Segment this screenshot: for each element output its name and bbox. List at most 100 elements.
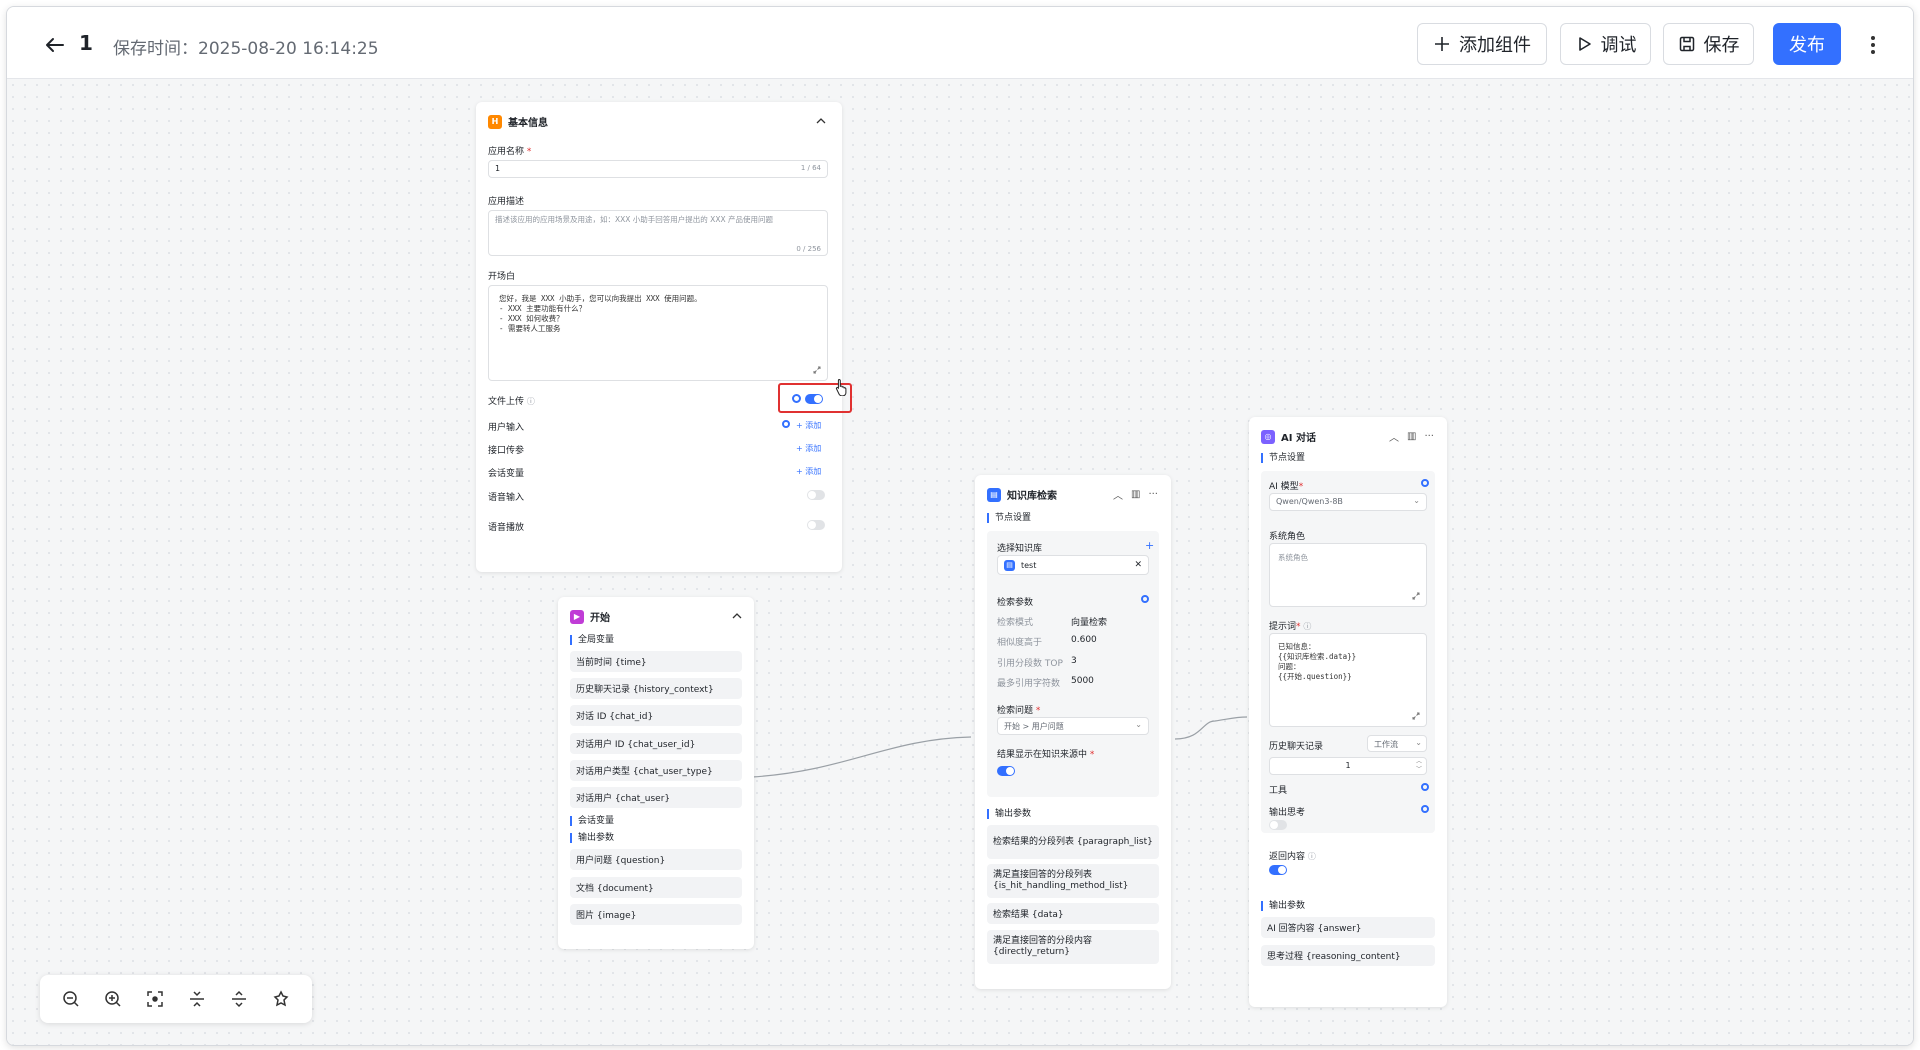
chevron-up-icon[interactable] <box>816 116 826 126</box>
knowledge-retrieval-node[interactable]: ▤ 知识库检索 ︿ ▥ ··· 节点设置 选择知识库 + ▤ test ✕ 检索… <box>975 475 1171 989</box>
prompt-label: 提示词* ⓘ <box>1269 622 1312 632</box>
voice-play-label: 语音播放 <box>488 523 525 533</box>
history-count-stepper[interactable]: 1 ︿ ﹀ <box>1269 757 1427 775</box>
basic-node-title: 基本信息 <box>508 118 548 129</box>
save-icon <box>1679 36 1694 52</box>
zoom-in-icon[interactable] <box>101 987 125 1011</box>
show-in-source-toggle[interactable] <box>997 766 1015 776</box>
collapse-all-icon[interactable] <box>185 987 209 1011</box>
save-label: 保存 <box>1703 35 1740 56</box>
output-params-label: 输出参数 <box>570 833 614 843</box>
prologue-editor[interactable]: 您好，我是 XXX 小助手，您可以向我提出 XXX 使用问题。 - XXX 主要… <box>488 285 828 381</box>
ai-chat-node[interactable]: ◎ AI 对话 ︿ ▥ ··· 节点设置 AI 模型* Qwen/Qwen3-8… <box>1249 417 1447 1007</box>
user-input-settings-icon[interactable] <box>782 420 790 428</box>
more-horizontal-icon[interactable]: ··· <box>1424 431 1434 442</box>
basic-info-node[interactable]: H 基本信息 应用名称 * 1 1 / 64 应用描述 描述该应用的应用场景及用… <box>476 102 852 572</box>
ai-model-select[interactable]: Qwen/Qwen3-8B ⌄ <box>1269 493 1427 511</box>
chart-icon[interactable]: ▥ <box>1407 431 1416 442</box>
chevron-down-icon: ⌄ <box>1135 720 1142 729</box>
kb-output-item: 满足直接回答的分段内容 {directly_return} <box>987 930 1159 964</box>
expand-icon[interactable] <box>1412 712 1420 720</box>
zoom-out-icon[interactable] <box>59 987 83 1011</box>
return-content-toggle[interactable] <box>1269 865 1287 875</box>
expand-all-icon[interactable] <box>227 987 251 1011</box>
session-vars-label: 会话变量 <box>570 816 614 826</box>
close-icon[interactable]: ✕ <box>1134 560 1142 570</box>
knowledge-node-icon: ▤ <box>987 487 1001 502</box>
search-params-label: 检索参数 <box>997 598 1034 608</box>
global-var-item: 对话用户类型 {chat_user_type} <box>570 760 742 781</box>
kb-selected-item: ▤ test ✕ <box>997 555 1149 575</box>
param-value: 5000 <box>1071 676 1094 686</box>
app-desc-textarea[interactable]: 描述该应用的应用场景及用途，如：XXX 小助手回答用户提出的 XXX 产品使用问… <box>488 210 828 256</box>
chevron-up-icon[interactable]: ︿ <box>1389 429 1399 444</box>
fit-view-icon[interactable] <box>143 987 167 1011</box>
kb-output-item: 满足直接回答的分段列表 {is_hit_handling_method_list… <box>987 864 1159 898</box>
history-mode-select[interactable]: 工作流 ⌄ <box>1367 735 1427 752</box>
global-vars-label: 全局变量 <box>570 635 614 645</box>
ai-model-value: Qwen/Qwen3-8B <box>1276 497 1343 506</box>
output-thinking-settings-icon[interactable] <box>1421 805 1429 813</box>
global-var-item: 对话用户 {chat_user} <box>570 787 742 808</box>
publish-label: 发布 <box>1789 35 1825 56</box>
output-thinking-toggle[interactable] <box>1269 820 1287 830</box>
prompt-editor[interactable]: 已知信息： {{知识库检索.data}} 问题： {{开始.question}} <box>1269 633 1427 727</box>
param-key: 检索模式 <box>997 618 1034 628</box>
chevron-up-icon[interactable]: ︿ <box>1113 487 1123 502</box>
kb-output-label: 输出参数 <box>987 809 1031 819</box>
workflow-canvas[interactable]: H 基本信息 应用名称 * 1 1 / 64 应用描述 描述该应用的应用场景及用… <box>7 79 1913 1045</box>
publish-button[interactable]: 发布 <box>1773 23 1841 65</box>
start-node[interactable]: ▶ 开始 全局变量 当前时间 {time} 历史聊天记录 {history_co… <box>558 597 754 949</box>
auto-layout-icon[interactable] <box>269 987 293 1011</box>
global-var-item: 对话用户 ID {chat_user_id} <box>570 733 742 754</box>
ai-node-header: ◎ AI 对话 <box>1261 429 1316 444</box>
system-role-placeholder: 系统角色 <box>1278 553 1308 562</box>
tools-settings-icon[interactable] <box>1421 783 1429 791</box>
app-name-input[interactable]: 1 1 / 64 <box>488 160 828 178</box>
add-kb-plus-icon[interactable]: + <box>1145 539 1154 552</box>
param-key: 最多引用字符数 <box>997 679 1061 689</box>
output-param-item: 文档 {document} <box>570 877 742 898</box>
return-content-label: 返回内容 ⓘ <box>1269 852 1316 862</box>
stepper-arrows-icon[interactable]: ︿ ﹀ <box>1416 758 1422 774</box>
search-question-select[interactable]: 开始 > 用户问题 ⌄ <box>997 717 1149 735</box>
expand-icon[interactable] <box>1412 592 1420 600</box>
prologue-label: 开场白 <box>488 272 516 282</box>
ai-output-item: 思考过程 {reasoning_content} <box>1261 945 1435 966</box>
debug-label: 调试 <box>1600 35 1637 56</box>
app-name-input-value: 1 <box>495 164 501 173</box>
canvas-toolbar <box>40 975 312 1023</box>
voice-input-toggle[interactable] <box>807 490 825 500</box>
search-params-settings-icon[interactable] <box>1141 595 1149 603</box>
session-var-add-link[interactable]: + 添加 <box>796 466 821 477</box>
user-input-label: 用户输入 <box>488 423 525 433</box>
kb-node-title: 知识库检索 <box>1007 491 1057 502</box>
ai-model-settings-icon[interactable] <box>1421 479 1429 487</box>
chevron-up-icon[interactable] <box>732 611 742 621</box>
param-value: 0.600 <box>1071 635 1097 645</box>
basic-node-header: H 基本信息 <box>488 114 548 129</box>
info-node-icon: H <box>488 114 502 129</box>
kb-settings-label: 节点设置 <box>987 513 1031 523</box>
debug-button[interactable]: 调试 <box>1560 23 1651 65</box>
more-vertical-icon[interactable] <box>1863 33 1883 57</box>
save-button[interactable]: 保存 <box>1663 23 1754 65</box>
play-icon <box>1578 37 1591 51</box>
connection-lines <box>751 716 1248 778</box>
user-input-add-link[interactable]: + 添加 <box>796 420 821 431</box>
add-component-button[interactable]: 添加组件 <box>1417 23 1547 65</box>
api-param-add-link[interactable]: + 添加 <box>796 443 821 454</box>
kb-node-header: ▤ 知识库检索 <box>987 487 1057 502</box>
output-param-item: 用户问题 {question} <box>570 849 742 870</box>
more-horizontal-icon[interactable]: ··· <box>1148 489 1158 500</box>
system-role-editor[interactable]: 系统角色 <box>1269 543 1427 607</box>
voice-play-toggle[interactable] <box>807 520 825 530</box>
chart-icon[interactable]: ▥ <box>1131 489 1140 500</box>
back-arrow-icon[interactable] <box>43 33 67 57</box>
app-name-char-count: 1 / 64 <box>800 164 821 172</box>
global-var-item: 当前时间 {time} <box>570 651 742 672</box>
expand-icon[interactable] <box>813 366 821 374</box>
app-desc-placeholder: 描述该应用的应用场景及用途，如：XXX 小助手回答用户提出的 XXX 产品使用问… <box>495 215 773 224</box>
file-upload-label: 文件上传 ⓘ <box>488 397 535 407</box>
app-desc-char-count: 0 / 256 <box>796 245 821 253</box>
